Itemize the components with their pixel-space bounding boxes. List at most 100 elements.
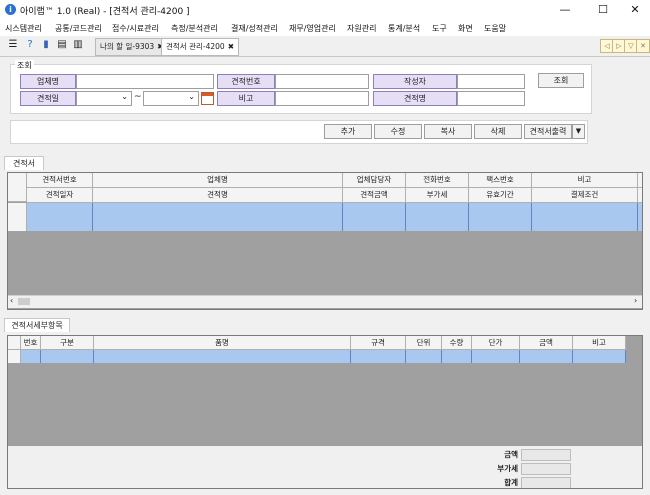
title-bar: i 아이랩™ 1.0 (Real) - [견적서 관리-4200 ] — ☐ ✕ (0, 0, 650, 21)
horizontal-scrollbar[interactable]: ‹ › (8, 295, 642, 308)
company-input[interactable] (76, 74, 214, 89)
book-icon[interactable]: ▮ (40, 39, 52, 51)
chevron-down-icon[interactable]: ⌄ (121, 92, 128, 101)
col-header-contact[interactable]: 업체담당자 (343, 173, 406, 188)
menu-help[interactable]: 도움말 (484, 23, 506, 34)
quote-no-input[interactable] (275, 74, 369, 89)
col-header-vat[interactable]: 부가세 (406, 188, 469, 203)
chevron-down-icon[interactable]: ⌄ (188, 92, 195, 101)
col-header-qty[interactable]: 수량 (442, 336, 472, 350)
maximize-button[interactable]: ☐ (586, 0, 620, 20)
close-button[interactable]: ✕ (618, 0, 650, 20)
grid-cell[interactable] (27, 203, 93, 231)
col-header-company[interactable]: 업체명 (93, 173, 343, 188)
menu-common-code[interactable]: 공통/코드관리 (55, 23, 102, 34)
grid-cell[interactable] (406, 203, 469, 231)
tab-close-icon[interactable]: ✖ (228, 42, 234, 51)
menu-system[interactable]: 시스템관리 (5, 23, 42, 34)
col-header-unit[interactable]: 단위 (406, 336, 442, 350)
quote-name-input[interactable] (457, 91, 525, 106)
grid-cell[interactable] (472, 350, 520, 363)
grand-total-value (521, 477, 571, 488)
tab-label: 견적서 관리-4200 (166, 42, 225, 51)
scroll-right-icon[interactable]: › (634, 296, 637, 305)
row-header[interactable] (8, 203, 27, 231)
tab-my-tasks[interactable]: 나의 할 일-9303✖ (95, 38, 169, 56)
remark-input[interactable] (275, 91, 369, 106)
edit-button[interactable]: 수정 (374, 124, 422, 139)
columns-icon[interactable]: ▥ (72, 39, 84, 51)
grid-cell[interactable] (41, 350, 94, 363)
vat-total-value (521, 463, 571, 475)
col-header-phone[interactable]: 전화번호 (406, 173, 469, 188)
tab-detail-grid[interactable]: 견적서세부항목 (4, 318, 70, 332)
window-title: 아이랩™ 1.0 (Real) - [견적서 관리-4200 ] (20, 7, 190, 17)
minimize-button[interactable]: — (548, 0, 582, 20)
grid-corner (8, 173, 27, 202)
grid-cell[interactable] (343, 203, 406, 231)
calendar-icon[interactable] (201, 92, 214, 105)
menu-statistics[interactable]: 통계/분석 (388, 23, 420, 34)
menu-measurement[interactable]: 측정/분석관리 (171, 23, 218, 34)
tab-quote-management[interactable]: 견적서 관리-4200 ✖ (161, 38, 239, 56)
col-header-spec[interactable]: 규격 (351, 336, 406, 350)
date-from-input[interactable]: ⌄ (76, 91, 132, 106)
grid-cell[interactable] (21, 350, 41, 363)
table-row[interactable] (27, 203, 642, 231)
search-button[interactable]: 조회 (538, 73, 584, 88)
print-options-icon[interactable]: ▼ (572, 124, 585, 139)
menu-reception[interactable]: 접수/시료관리 (112, 23, 159, 34)
help-icon[interactable]: ? (24, 39, 36, 51)
col-header-fax[interactable]: 팩스번호 (469, 173, 532, 188)
date-separator: ~ (134, 92, 142, 102)
delete-button[interactable]: 삭제 (474, 124, 522, 139)
col-header-extra (638, 188, 642, 203)
col-header-remark[interactable]: 비고 (532, 173, 638, 188)
grid-cell[interactable] (520, 350, 573, 363)
col-header-unit-price[interactable]: 단가 (472, 336, 520, 350)
grid-cell[interactable] (94, 350, 351, 363)
author-input[interactable] (457, 74, 525, 89)
row-header[interactable] (8, 350, 21, 363)
grid-cell[interactable] (442, 350, 472, 363)
menu-finance[interactable]: 재무/영업관리 (289, 23, 336, 34)
toolbar: ☰ ? ▮ ▤ ▥ 나의 할 일-9303✖ 견적서 관리-4200✖ ◁ ▷ … (0, 36, 650, 57)
grid-cell[interactable] (469, 203, 532, 231)
nav-close-icon[interactable]: ✕ (636, 39, 650, 53)
col-header-item-name[interactable]: 품명 (94, 336, 351, 350)
col-header-payment-terms[interactable]: 결제조건 (532, 188, 638, 203)
col-header-quote-amount[interactable]: 견적금액 (343, 188, 406, 203)
grid-cell[interactable] (532, 203, 638, 231)
menu-bar: 시스템관리 공통/코드관리 접수/시료관리 측정/분석관리 결재/성적관리 재무… (0, 20, 650, 36)
add-button[interactable]: 추가 (324, 124, 372, 139)
grid-cell[interactable] (93, 203, 343, 231)
copy-button[interactable]: 복사 (424, 124, 472, 139)
col-header-quote-no[interactable]: 견적서번호 (27, 173, 93, 188)
col-header-no[interactable]: 번호 (21, 336, 41, 350)
window-list-icon[interactable]: ▤ (56, 39, 68, 51)
vat-total-label: 부가세 (497, 464, 518, 473)
menu-resource[interactable]: 자원관리 (347, 23, 376, 34)
scroll-left-icon[interactable]: ‹ (10, 296, 13, 305)
menu-screen[interactable]: 화면 (458, 23, 473, 34)
table-row[interactable] (21, 350, 626, 363)
search-group: 조회 (10, 60, 592, 114)
scroll-thumb[interactable] (18, 298, 30, 305)
col-header-category[interactable]: 구분 (41, 336, 94, 350)
col-header-validity[interactable]: 유효기간 (469, 188, 532, 203)
grid-cell[interactable] (406, 350, 442, 363)
app-icon: i (5, 4, 16, 15)
col-header-remark[interactable]: 비고 (573, 336, 626, 350)
col-header-amount[interactable]: 금액 (520, 336, 573, 350)
tab-quote-grid[interactable]: 견적서 (4, 156, 44, 170)
col-header-quote-name[interactable]: 견적명 (93, 188, 343, 203)
menu-tools[interactable]: 도구 (432, 23, 447, 34)
list-icon[interactable]: ☰ (7, 39, 19, 51)
date-to-input[interactable]: ⌄ (143, 91, 199, 106)
col-header-quote-date[interactable]: 견적일자 (27, 188, 93, 203)
menu-approval[interactable]: 결재/성적관리 (231, 23, 278, 34)
grid-cell[interactable] (573, 350, 626, 363)
print-quote-button[interactable]: 견적서출력 (524, 124, 572, 139)
grid-cell[interactable] (351, 350, 406, 363)
col-header-extra (638, 173, 642, 188)
